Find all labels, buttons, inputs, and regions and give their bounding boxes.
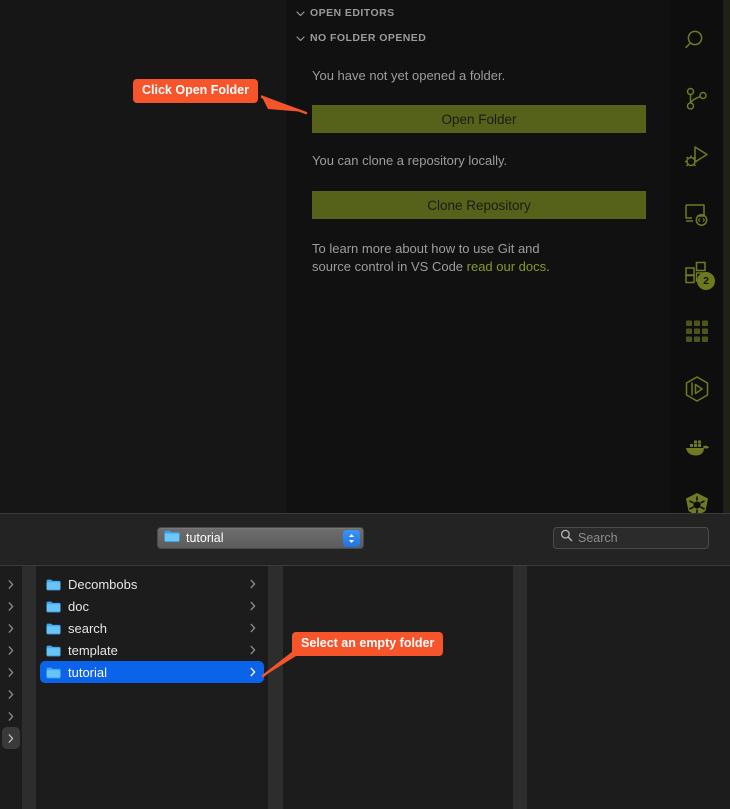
search-icon <box>560 529 573 547</box>
search-icon[interactable] <box>670 14 723 67</box>
column-folder-list[interactable]: Decombobs doc search template tutorial <box>36 566 268 809</box>
vscode-editor-empty-area <box>0 0 286 513</box>
macos-open-panel: Decombobs doc search template tutorial <box>0 513 730 809</box>
remote-explorer-icon[interactable] <box>670 188 723 241</box>
column-partial-left[interactable] <box>0 566 22 809</box>
folder-icon <box>46 666 61 679</box>
sidebar-section-no-folder-opened[interactable]: NO FOLDER OPENED <box>286 27 670 49</box>
folder-icon <box>46 644 61 657</box>
list-item[interactable] <box>2 661 20 683</box>
list-item-label: tutorial <box>68 664 108 680</box>
git-docs-line-2-prefix: source control in VS Code <box>312 259 467 274</box>
search-field[interactable] <box>553 527 730 549</box>
list-item[interactable] <box>2 573 20 595</box>
chevron-right-icon <box>249 577 257 595</box>
chevron-right-icon <box>249 665 257 683</box>
apps-grid-icon[interactable] <box>670 304 723 357</box>
column-browser: Decombobs doc search template tutorial <box>0 565 730 809</box>
list-item[interactable]: Decombobs <box>40 573 264 595</box>
folder-icon <box>46 600 61 613</box>
list-item-label: doc <box>68 598 89 614</box>
list-item[interactable] <box>2 617 20 639</box>
git-docs-suffix: . <box>546 259 550 274</box>
vscode-window: OPEN EDITORS NO FOLDER OPENED You have n… <box>0 0 730 516</box>
list-item-label: Decombobs <box>68 576 138 592</box>
folder-icon <box>46 622 61 635</box>
list-item[interactable]: template <box>40 639 264 661</box>
folder-icon <box>164 529 180 548</box>
list-item[interactable]: search <box>40 617 264 639</box>
path-popup-button[interactable]: tutorial <box>157 527 364 549</box>
sidebar-section-open-editors[interactable]: OPEN EDITORS <box>286 2 670 24</box>
chevron-right-icon <box>249 621 257 639</box>
clone-message: You can clone a repository locally. <box>312 153 508 168</box>
git-docs-line-1: To learn more about how to use Git and <box>312 241 540 256</box>
extensions-icon[interactable]: 2 <box>670 246 723 299</box>
list-item-selected[interactable]: tutorial <box>40 661 264 683</box>
run-and-debug-icon[interactable] <box>670 130 723 183</box>
clone-repository-button[interactable]: Clone Repository <box>312 191 646 219</box>
source-control-icon[interactable] <box>670 72 723 125</box>
column-scrollbar-gutter[interactable] <box>268 566 283 809</box>
list-item[interactable]: doc <box>40 595 264 617</box>
column-scrollbar-gutter[interactable] <box>513 566 527 809</box>
chevron-down-icon <box>292 30 308 46</box>
vscode-explorer-sidebar: OPEN EDITORS NO FOLDER OPENED You have n… <box>286 0 670 513</box>
column-scrollbar-gutter[interactable] <box>22 566 36 809</box>
extensions-badge: 2 <box>697 272 715 290</box>
callout-click-open-folder: Click Open Folder <box>133 79 258 103</box>
list-item-label: search <box>68 620 108 636</box>
list-item[interactable] <box>2 727 20 749</box>
open-folder-button[interactable]: Open Folder <box>312 105 646 133</box>
list-item[interactable] <box>2 705 20 727</box>
docker-whale-icon[interactable] <box>670 420 723 473</box>
list-item[interactable] <box>2 639 20 661</box>
read-our-docs-link[interactable]: read our docs <box>467 259 547 274</box>
list-item[interactable] <box>2 683 20 705</box>
git-docs-paragraph: To learn more about how to use Git and s… <box>312 240 652 276</box>
chevron-down-icon <box>292 5 308 21</box>
list-item-label: template <box>68 642 118 658</box>
callout-select-empty-folder: Select an empty folder <box>292 632 444 656</box>
folder-icon <box>46 578 61 591</box>
column-empty-preview[interactable] <box>283 566 513 809</box>
chevron-up-down-icon[interactable] <box>343 530 360 547</box>
column-empty-far-right[interactable] <box>527 566 730 809</box>
path-popup-value: tutorial <box>186 531 224 545</box>
vscode-right-edge <box>723 0 730 513</box>
vscode-activity-bar: 2 <box>670 0 723 516</box>
sidebar-section-label: NO FOLDER OPENED <box>310 32 427 44</box>
sidebar-section-label: OPEN EDITORS <box>310 7 395 19</box>
screenshot-root: OPEN EDITORS NO FOLDER OPENED You have n… <box>0 0 730 809</box>
list-item[interactable] <box>2 595 20 617</box>
search-input[interactable] <box>578 531 730 545</box>
chevron-right-icon <box>249 599 257 617</box>
box-3d-icon[interactable] <box>670 362 723 415</box>
chevron-right-icon <box>249 643 257 661</box>
no-folder-message: You have not yet opened a folder. <box>312 68 506 83</box>
